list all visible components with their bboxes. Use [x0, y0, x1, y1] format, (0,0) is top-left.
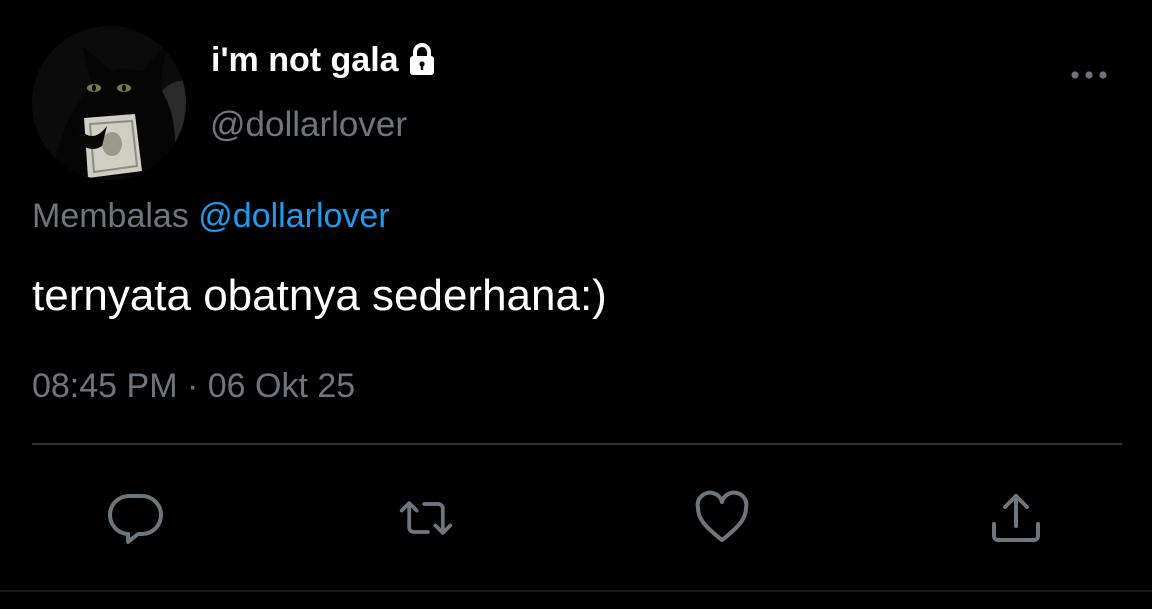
retweet-button[interactable] — [398, 490, 454, 546]
meta-separator: · — [186, 367, 199, 405]
tweet-time: 08:45 PM — [32, 367, 178, 405]
tweet-timestamp[interactable]: 08:45 PM · 06 Okt 25 — [32, 364, 355, 408]
more-options-button[interactable] — [1066, 60, 1112, 90]
user-handle[interactable]: @dollarlover — [210, 103, 407, 147]
reply-prefix: Membalas — [32, 197, 189, 235]
lock-icon — [405, 42, 439, 78]
reply-context: Membalas @dollarlover — [32, 194, 390, 238]
share-button[interactable] — [988, 490, 1044, 546]
display-name-row[interactable]: i'm not gala — [211, 38, 439, 82]
black-cat-with-dollar-avatar — [32, 26, 186, 180]
reply-mention-link[interactable]: @dollarlover — [198, 197, 389, 235]
reply-button[interactable] — [108, 490, 164, 546]
tweet-text: ternyata obatnya sederhana:) — [32, 271, 607, 320]
share-icon — [992, 494, 1040, 542]
more-horizontal-icon — [1071, 71, 1107, 79]
tweet-date: 06 Okt 25 — [207, 367, 356, 405]
bottom-divider — [0, 590, 1152, 592]
display-name: i'm not gala — [211, 41, 399, 79]
avatar[interactable] — [32, 26, 186, 180]
divider — [32, 443, 1122, 445]
tweet-detail: i'm not gala @dollarlover Membalas @doll… — [0, 0, 1152, 609]
like-heart-icon — [695, 490, 749, 542]
reply-icon — [108, 493, 163, 544]
retweet-icon — [399, 501, 453, 535]
like-button[interactable] — [694, 490, 750, 546]
